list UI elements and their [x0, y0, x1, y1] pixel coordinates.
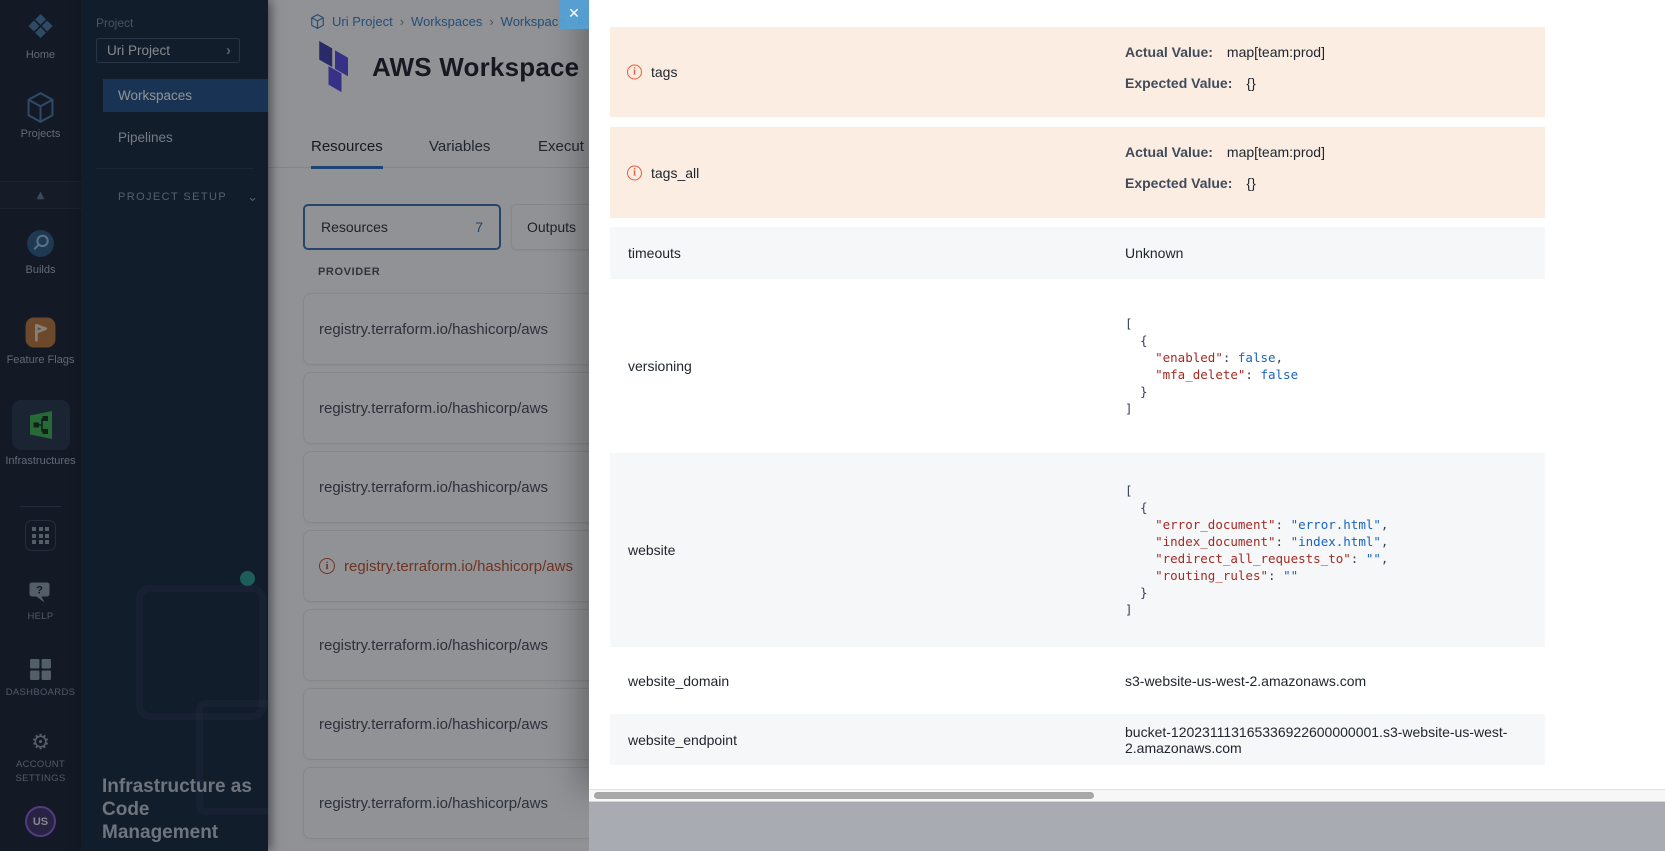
scrollbar-thumb[interactable] [594, 792, 1094, 799]
actual-value: map[team:prod] [1227, 44, 1325, 60]
attribute-row-timeouts: timeouts Unknown [610, 227, 1545, 279]
attribute-name: website_endpoint [628, 732, 737, 748]
attribute-name: website [628, 542, 675, 558]
attribute-values: Actual Value: map[team:prod] Expected Valu… [1125, 142, 1325, 193]
attribute-name: tags_all [651, 165, 699, 181]
drawer-body: itagsActual Value:map[team:prod]Expected… [589, 0, 1665, 790]
attribute-row-versioning: versioning [ { "enabled": false, "mfa_del… [610, 288, 1545, 443]
attribute-value-code: [ { "enabled": false, "mfa_delete": fals… [1125, 315, 1298, 417]
attribute-row-website-domain: website_domain s3-website-us-west-2.amazo… [610, 655, 1545, 706]
attribute-row-website: website [ { "error_document": "error.html… [610, 453, 1545, 647]
attribute-values: Actual Value: map[team:prod] Expected Valu… [1125, 42, 1325, 93]
resource-details-drawer: itagsActual Value:map[team:prod]Expected… [589, 0, 1665, 851]
attribute-name: website_domain [628, 673, 729, 689]
expected-value: {} [1246, 175, 1255, 191]
drawer-bottom-band [589, 802, 1665, 851]
attribute-value: Unknown [1125, 245, 1183, 261]
attribute-value-code: [ { "error_document": "error.html", "ind… [1125, 482, 1388, 618]
warning-icon: i [627, 165, 642, 180]
attribute-row-tags: itags Actual Value: map[team:prod] Expected… [610, 27, 1545, 117]
expected-value-label: Expected Value: [1125, 75, 1232, 91]
actual-value: map[team:prod] [1227, 144, 1325, 160]
close-button[interactable]: ✕ [559, 0, 589, 29]
actual-value-label: Actual Value: [1125, 44, 1213, 60]
expected-value: {} [1246, 75, 1255, 91]
horizontal-scrollbar [589, 789, 1665, 802]
attribute-row-tags-all: i tags_all Actual Value: map[team:prod] Expe… [610, 127, 1545, 218]
attribute-name: timeouts [628, 245, 681, 261]
actual-value-label: Actual Value: [1125, 144, 1213, 160]
attribute-name: versioning [628, 358, 692, 374]
warning-icon: i [627, 65, 642, 80]
attribute-name: tags [651, 64, 677, 80]
close-icon: ✕ [568, 6, 580, 22]
attribute-value: s3-website-us-west-2.amazonaws.com [1125, 673, 1366, 689]
attribute-row-website-endpoint: website_endpoint bucket-12023111316533692… [610, 714, 1545, 765]
expected-value-label: Expected Value: [1125, 175, 1232, 191]
attribute-value: bucket-120231113165336922600000001.s3-we… [1125, 724, 1545, 756]
